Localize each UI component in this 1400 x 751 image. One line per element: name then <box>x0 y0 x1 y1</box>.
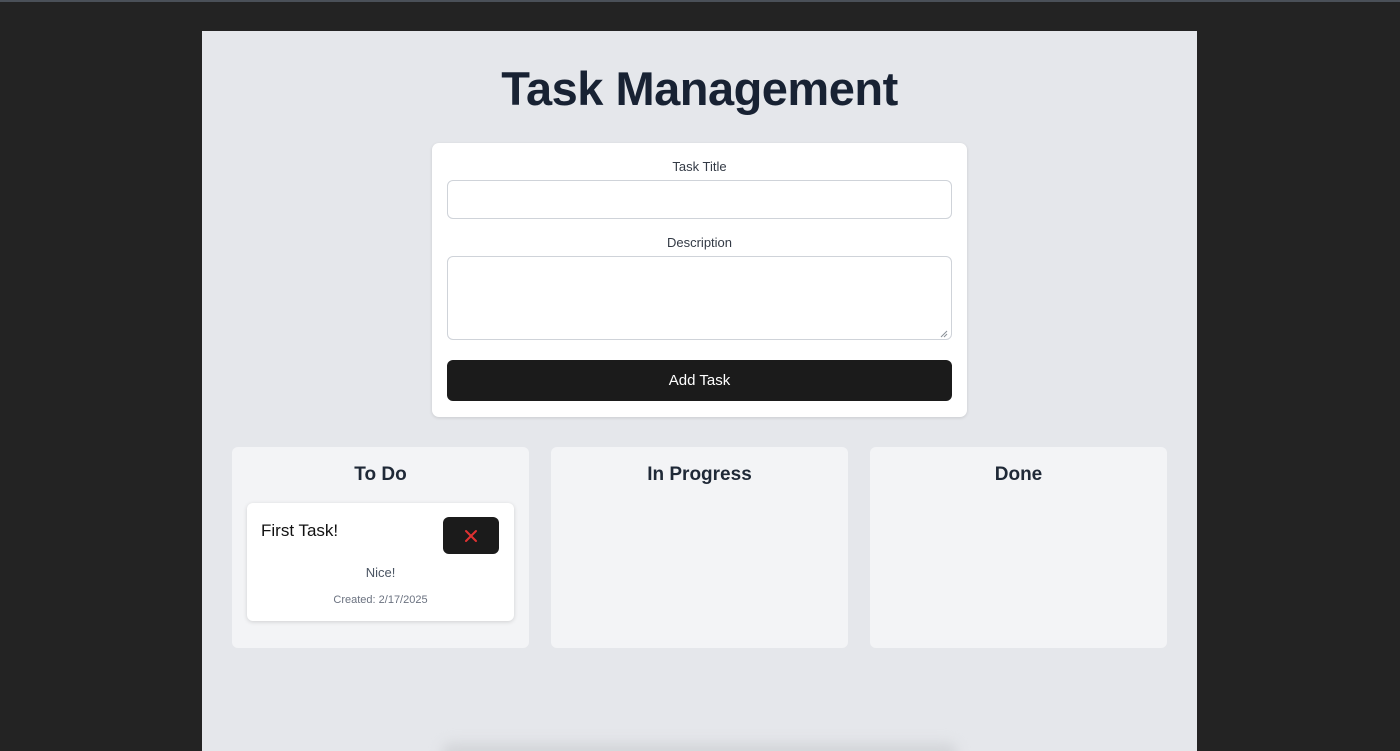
app-page: Task Management Task Title Description A… <box>202 31 1197 751</box>
page-title: Task Management <box>501 62 898 115</box>
add-task-button[interactable]: Add Task <box>447 360 952 401</box>
column-in-progress: In Progress <box>551 447 848 648</box>
task-form: Task Title Description Add Task <box>432 143 967 417</box>
bottom-overlay-shadow <box>442 743 957 751</box>
column-title: Done <box>994 464 1043 485</box>
column-title: In Progress <box>647 464 752 485</box>
window-top-border <box>0 0 1400 2</box>
task-title-input[interactable] <box>447 180 952 219</box>
close-icon <box>465 529 477 542</box>
task-title: First Task! <box>261 521 339 540</box>
description-textarea[interactable] <box>447 256 952 340</box>
column-title: To Do <box>354 464 407 485</box>
task-description: Nice! <box>365 565 396 580</box>
task-title-label: Task Title <box>672 159 727 174</box>
task-card[interactable]: First Task! Nice! Created: 2/17/2025 <box>247 503 514 621</box>
column-done: Done <box>870 447 1167 648</box>
description-label: Description <box>666 235 733 250</box>
task-created-date: Created: 2/17/2025 <box>333 594 428 606</box>
resize-grip-icon[interactable] <box>940 330 948 338</box>
delete-task-button[interactable] <box>443 517 499 554</box>
column-to-do: To Do First Task! Nice! Created: 2/17/20… <box>232 447 529 648</box>
